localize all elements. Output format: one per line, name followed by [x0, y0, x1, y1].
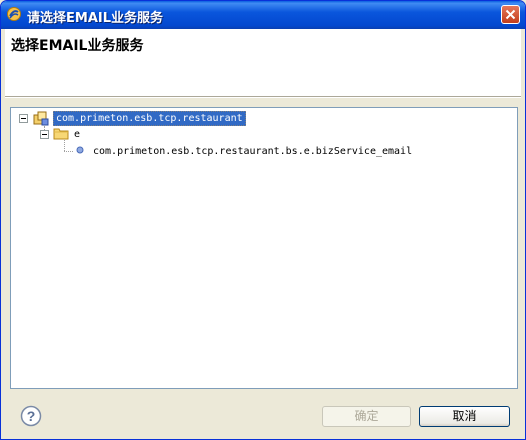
- header-banner: 选择EMAIL业务服务: [5, 29, 521, 96]
- app-logo-icon: [7, 7, 21, 21]
- tree-node-leaf[interactable]: com.primeton.esb.tcp.restaurant.bs.e.biz…: [93, 145, 412, 158]
- tree-node-folder[interactable]: e: [74, 128, 80, 141]
- banner-title: 选择EMAIL业务服务: [11, 38, 144, 54]
- ok-button[interactable]: 确定: [322, 406, 411, 427]
- service-dot-icon: [76, 146, 84, 154]
- tree-line: [64, 140, 65, 151]
- help-icon[interactable]: ?: [20, 405, 42, 427]
- folder-collapse-toggle[interactable]: [40, 130, 49, 139]
- cancel-button[interactable]: 取消: [419, 406, 510, 427]
- tree-line: [64, 151, 73, 152]
- header-separator-highlight: [5, 97, 521, 98]
- root-collapse-toggle[interactable]: [19, 114, 28, 123]
- service-tree[interactable]: com.primeton.esb.tcp.restaurant e com.pr…: [10, 107, 518, 389]
- title-bar[interactable]: 请选择EMAIL业务服务: [1, 1, 525, 29]
- window-title: 请选择EMAIL业务服务: [27, 11, 163, 26]
- close-icon: [505, 9, 516, 20]
- package-project-icon: [33, 111, 49, 126]
- close-button[interactable]: [501, 5, 520, 24]
- svg-text:?: ?: [27, 408, 36, 424]
- folder-icon: [53, 128, 69, 140]
- tree-node-root[interactable]: com.primeton.esb.tcp.restaurant: [53, 111, 246, 126]
- dialog-window: 请选择EMAIL业务服务 选择EMAIL业务服务 com.primeton.es…: [0, 0, 526, 440]
